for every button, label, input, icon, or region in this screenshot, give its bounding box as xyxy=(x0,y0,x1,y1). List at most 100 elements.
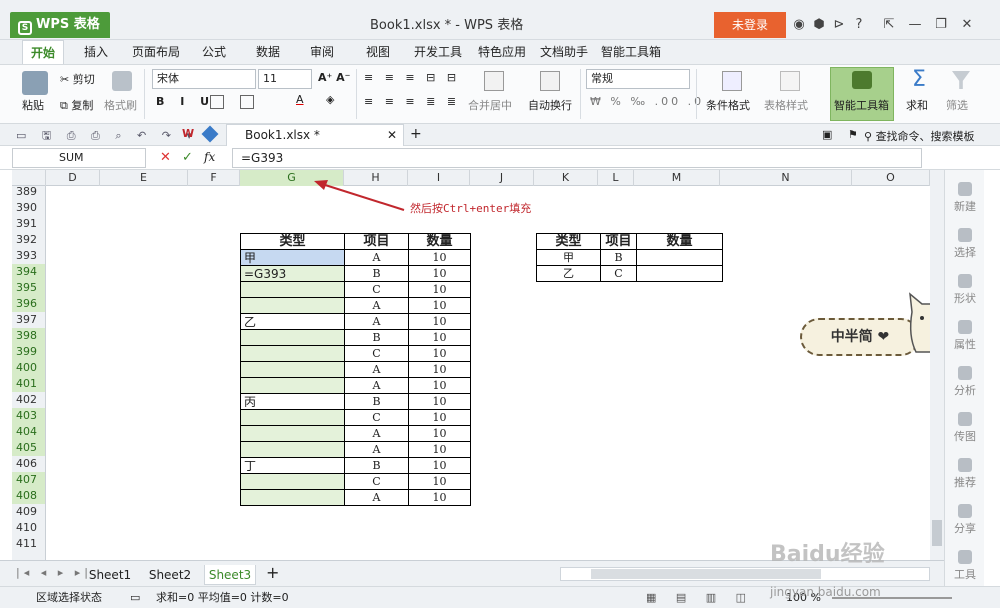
scroll-thumb[interactable] xyxy=(932,520,942,546)
number-format-select[interactable]: 常规 xyxy=(586,69,690,89)
tab-view[interactable]: 视图 xyxy=(360,40,396,64)
row-header-402[interactable]: 402 xyxy=(12,392,45,408)
panel-item-shape[interactable]: 形状 xyxy=(945,274,985,306)
view-icons[interactable]: ▣ ⚑ xyxy=(822,128,864,141)
skin-icon[interactable]: ◉ xyxy=(790,12,808,38)
tab-smart-toolbox[interactable]: 智能工具箱 xyxy=(598,40,664,64)
column-m[interactable]: M xyxy=(634,170,720,186)
insert-function-button[interactable]: fx xyxy=(204,150,215,164)
quantity-cell[interactable]: 10 xyxy=(408,425,471,442)
item-cell[interactable]: B xyxy=(344,265,409,282)
type-cell[interactable]: 乙 xyxy=(536,265,601,282)
tab-data[interactable]: 数据 xyxy=(250,40,286,64)
tab-features[interactable]: 特色应用 xyxy=(474,40,530,64)
type-cell[interactable] xyxy=(240,281,345,298)
sheet-grid[interactable]: 类型 项目 数量 甲 A 10 =G393 B 10 C 10 A 10 乙 A 10 B 10 C 10 A 10… xyxy=(46,186,930,560)
document-tab[interactable]: Book1.xlsx * ✕ xyxy=(226,124,404,146)
item-cell[interactable]: A xyxy=(344,441,409,458)
sheet-nav-icons[interactable]: |◂ ◂ ▸ ▸| xyxy=(16,566,92,579)
row-header-396[interactable]: 396 xyxy=(12,296,45,312)
item-cell[interactable]: C xyxy=(600,265,637,282)
type-cell[interactable] xyxy=(240,473,345,490)
type-cell[interactable]: 丙 xyxy=(240,393,345,410)
row-header-401[interactable]: 401 xyxy=(12,376,45,392)
quantity-cell[interactable]: 10 xyxy=(408,361,471,378)
login-button[interactable]: 未登录 xyxy=(714,12,786,38)
row-header-391[interactable]: 391 xyxy=(12,216,45,232)
formula-input[interactable]: =G393 xyxy=(232,148,922,168)
horizontal-scrollbar[interactable] xyxy=(560,567,930,581)
quantity-cell[interactable]: 10 xyxy=(408,409,471,426)
panel-item-analysis[interactable]: 分析 xyxy=(945,366,985,398)
grow-font-icon[interactable]: A⁺ A⁻ xyxy=(318,71,350,84)
item-cell[interactable]: A xyxy=(344,249,409,266)
item-cell[interactable]: A xyxy=(344,361,409,378)
type-cell[interactable]: 乙 xyxy=(240,313,345,330)
type-cell[interactable] xyxy=(240,489,345,506)
close-icon[interactable]: ✕ xyxy=(956,12,978,38)
tab-doc-assistant[interactable]: 文档助手 xyxy=(536,40,592,64)
panel-item-new[interactable]: 新建 xyxy=(945,182,985,214)
name-box[interactable]: SUM xyxy=(12,148,146,168)
border-icon[interactable] xyxy=(210,95,224,109)
type-cell[interactable] xyxy=(240,329,345,346)
item-cell[interactable]: B xyxy=(344,457,409,474)
tab-insert[interactable]: 插入 xyxy=(78,40,114,64)
command-search[interactable]: ⚲ 查找命令、搜索模板 xyxy=(864,128,975,144)
view-mode-icons[interactable]: ▦ ▤ ▥ ◫ xyxy=(646,587,754,609)
row-header-398[interactable]: 398 xyxy=(12,328,45,344)
header-type[interactable]: 类型 xyxy=(536,233,601,250)
header-item[interactable]: 项目 xyxy=(344,233,409,250)
item-cell[interactable]: A xyxy=(344,425,409,442)
quantity-cell[interactable]: 10 xyxy=(408,345,471,362)
table-style-button[interactable]: 表格样式 xyxy=(764,97,808,113)
confirm-icon[interactable]: ✓ xyxy=(182,150,193,165)
settings-icon[interactable]: ⬢ xyxy=(810,12,828,38)
cube-icon[interactable] xyxy=(201,125,219,143)
row-header-395[interactable]: 395 xyxy=(12,280,45,296)
column-o[interactable]: O xyxy=(852,170,930,186)
item-cell[interactable]: B xyxy=(600,249,637,266)
item-cell[interactable]: A xyxy=(344,377,409,394)
row-header-403[interactable]: 403 xyxy=(12,408,45,424)
quick-access-icons[interactable]: ▭ 🖫 ⎙ ⎙ ⌕ ↶ ↷ ▾ xyxy=(16,127,198,146)
quantity-cell[interactable] xyxy=(636,249,723,266)
tab-formulas[interactable]: 公式 xyxy=(196,40,232,64)
quantity-cell[interactable]: 10 xyxy=(408,377,471,394)
align-left-icons[interactable]: ≡ ≡ ≡ ≣ ≣ xyxy=(364,95,460,108)
header-quantity[interactable]: 数量 xyxy=(408,233,471,250)
item-cell[interactable]: A xyxy=(344,297,409,314)
quantity-cell[interactable]: 10 xyxy=(408,329,471,346)
help-icon[interactable]: ? xyxy=(850,12,868,38)
app-menu-button[interactable]: SWPS 表格 ▾ xyxy=(10,12,110,58)
quantity-cell[interactable]: 10 xyxy=(408,489,471,506)
tab-review[interactable]: 审阅 xyxy=(304,40,340,64)
paste-button[interactable]: 粘贴 xyxy=(22,97,44,113)
sum-button[interactable]: 求和 xyxy=(906,97,928,113)
hscroll-thumb[interactable] xyxy=(591,569,821,579)
column-k[interactable]: K xyxy=(534,170,598,186)
row-header-397[interactable]: 397 xyxy=(12,312,45,328)
row-header-410[interactable]: 410 xyxy=(12,520,45,536)
font-select[interactable]: 宋体 xyxy=(152,69,256,89)
row-header-393[interactable]: 393 xyxy=(12,248,45,264)
panel-item-tools[interactable]: 工具 xyxy=(945,550,985,582)
type-cell[interactable] xyxy=(240,441,345,458)
wrap-text-button[interactable]: 自动换行 xyxy=(528,97,572,113)
type-cell[interactable] xyxy=(240,345,345,362)
wps-w-icon[interactable]: W xyxy=(182,127,194,140)
type-cell[interactable] xyxy=(240,409,345,426)
row-header-394[interactable]: 394 xyxy=(12,264,45,280)
font-color-icon[interactable]: A xyxy=(296,93,304,106)
number-format-icons[interactable]: ₩ % ‰ .00 .0 xyxy=(590,95,704,108)
clear-icon[interactable]: ◈ xyxy=(326,93,334,106)
tab-developer[interactable]: 开发工具 xyxy=(410,40,466,64)
column-d[interactable]: D xyxy=(46,170,100,186)
panel-item-image[interactable]: 传图 xyxy=(945,412,985,444)
column-f[interactable]: F xyxy=(188,170,240,186)
cut-button[interactable]: ✂ 剪切 xyxy=(60,71,95,87)
font-style-buttons[interactable]: B I U xyxy=(156,95,215,108)
quantity-cell[interactable]: 10 xyxy=(408,249,471,266)
vertical-scrollbar[interactable] xyxy=(930,170,944,560)
column-e[interactable]: E xyxy=(100,170,188,186)
